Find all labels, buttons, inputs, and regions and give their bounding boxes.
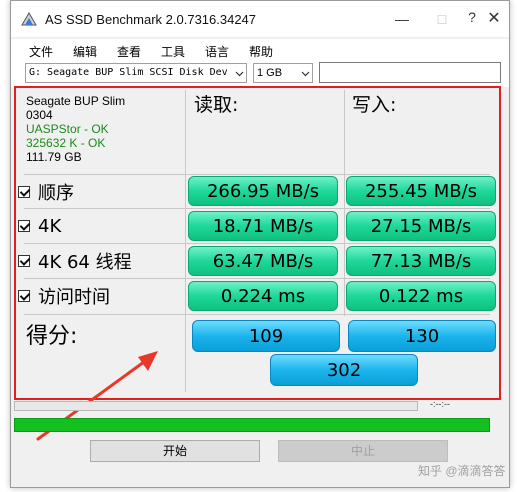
app-icon: [21, 12, 37, 26]
menu-help[interactable]: 帮助: [249, 43, 273, 60]
window-title: AS SSD Benchmark 2.0.7316.34247: [45, 12, 257, 27]
menu-view[interactable]: 查看: [117, 43, 141, 60]
menu-edit[interactable]: 编辑: [73, 43, 97, 60]
toolbar: G: Seagate BUP Slim SCSI Disk Dev 1 GB: [11, 61, 509, 87]
close-button[interactable]: ✕: [481, 7, 507, 31]
menu-bar: 文件 编辑 查看 工具 语言 帮助: [11, 39, 509, 61]
size-select[interactable]: 1 GB: [253, 63, 313, 83]
elapsed-time: -:--:--: [430, 399, 450, 409]
start-button[interactable]: 开始: [90, 440, 260, 462]
search-input[interactable]: [319, 62, 501, 83]
progress-track: [14, 401, 418, 411]
title-bar[interactable]: AS SSD Benchmark 2.0.7316.34247 — □ ? ✕: [11, 1, 509, 37]
progress-bar: [14, 418, 490, 432]
watermark: 知乎 @滴滴答答: [418, 464, 506, 478]
chevron-down-icon: [235, 71, 244, 77]
menu-language[interactable]: 语言: [205, 43, 229, 60]
menu-file[interactable]: 文件: [29, 43, 53, 60]
stop-button[interactable]: 中止: [278, 440, 448, 462]
drive-select-value: G: Seagate BUP Slim SCSI Disk Dev: [29, 67, 228, 78]
drive-select[interactable]: G: Seagate BUP Slim SCSI Disk Dev: [25, 63, 247, 83]
chevron-down-icon: [301, 71, 310, 77]
menu-tools[interactable]: 工具: [161, 43, 185, 60]
maximize-button[interactable]: □: [429, 7, 455, 31]
size-select-value: 1 GB: [257, 67, 283, 79]
minimize-button[interactable]: —: [389, 7, 415, 31]
